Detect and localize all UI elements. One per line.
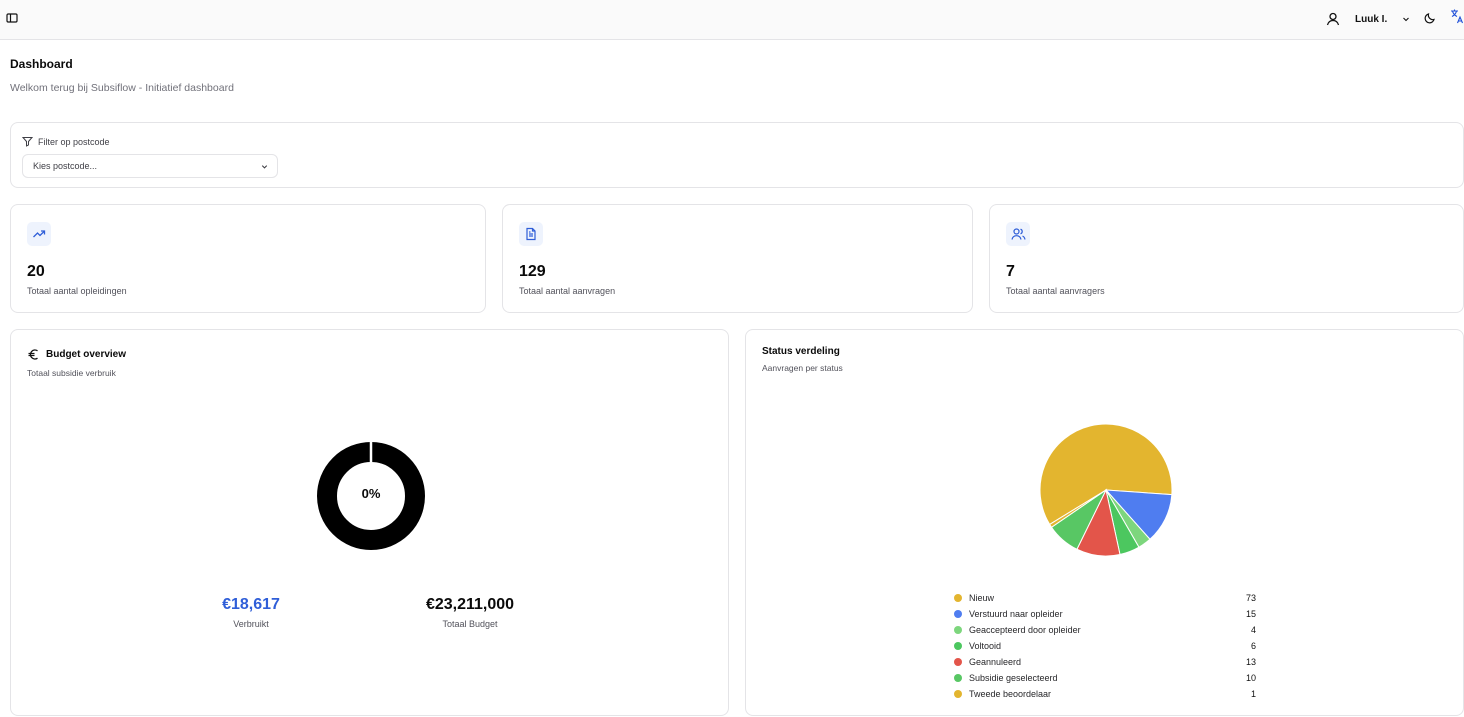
stat-card-aanvragen: 129 Totaal aantal aanvragen xyxy=(502,204,973,313)
status-pie-chart xyxy=(1039,423,1173,557)
budget-used-amount: €18,617 xyxy=(222,596,280,613)
legend-item: Geaccepteerd door opleider 4 xyxy=(954,622,1256,638)
stat-label: Totaal aantal opleidingen xyxy=(27,286,127,296)
filter-icon xyxy=(22,136,33,147)
legend-dot xyxy=(954,674,962,682)
budget-title-text: Budget overview xyxy=(46,349,127,360)
chevron-down-icon xyxy=(1401,14,1411,24)
top-bar: Luuk I. xyxy=(0,0,1464,40)
status-card: Status verdeling Aanvragen per status Ni… xyxy=(745,329,1464,716)
stat-value: 129 xyxy=(519,263,546,280)
legend-dot xyxy=(954,658,962,666)
user-icon xyxy=(1322,8,1344,30)
filter-label-text: Filter op postcode xyxy=(38,136,110,147)
legend-item: Verstuurd naar opleider 15 xyxy=(954,606,1256,622)
legend-label: Geaccepteerd door opleider xyxy=(969,625,1081,635)
status-title: Status verdeling xyxy=(762,346,840,357)
legend-count: 73 xyxy=(1245,593,1256,603)
filter-label: Filter op postcode xyxy=(22,136,110,147)
page-title: Dashboard xyxy=(10,57,73,71)
chevron-down-icon xyxy=(260,162,269,171)
status-subtitle: Aanvragen per status xyxy=(762,363,843,373)
legend-label: Tweede beoordelaar xyxy=(969,689,1052,699)
legend-dot xyxy=(954,594,962,602)
page-subtitle: Welkom terug bij Subsiflow - Initiatief … xyxy=(10,82,234,94)
budget-percent-label: 0% xyxy=(361,486,381,501)
legend-label: Subsidie geselecteerd xyxy=(969,673,1058,683)
stat-label: Totaal aantal aanvragen xyxy=(519,286,616,296)
legend-label: Nieuw xyxy=(969,593,995,603)
legend-dot xyxy=(954,690,962,698)
user-name: Luuk I. xyxy=(1355,13,1388,25)
stat-label: Totaal aantal aanvragers xyxy=(1006,286,1105,296)
budget-used: €18,617 Verbruikt xyxy=(171,596,331,629)
stat-value: 20 xyxy=(27,263,45,280)
translate-icon[interactable] xyxy=(1450,8,1464,26)
legend-label: Voltooid xyxy=(969,641,1002,651)
legend-item: Geannuleerd 13 xyxy=(954,654,1256,670)
budget-title: Budget overview xyxy=(27,348,126,361)
users-icon xyxy=(1006,222,1030,246)
file-text-icon xyxy=(519,222,543,246)
budget-total-caption: Totaal Budget xyxy=(442,619,498,629)
stat-card-aanvragers: 7 Totaal aantal aanvragers xyxy=(989,204,1464,313)
legend-label: Verstuurd naar opleider xyxy=(969,609,1063,619)
legend-item: Tweede beoordelaar 1 xyxy=(954,686,1256,702)
legend-item: Voltooid 6 xyxy=(954,638,1256,654)
legend-dot xyxy=(954,642,962,650)
stat-card-opleidingen: 20 Totaal aantal opleidingen xyxy=(10,204,486,313)
status-legend: Nieuw 73 Verstuurd naar opleider 15 Geaccept… xyxy=(954,590,1256,702)
legend-item: Subsidie geselecteerd 10 xyxy=(954,670,1256,686)
legend-count: 6 xyxy=(1250,641,1256,651)
legend-count: 15 xyxy=(1245,609,1256,619)
legend-count: 1 xyxy=(1250,689,1256,699)
user-menu[interactable]: Luuk I. xyxy=(1322,6,1411,32)
postcode-select[interactable]: Kies postcode... xyxy=(22,154,278,178)
legend-label: Geannuleerd xyxy=(969,657,1022,667)
trending-up-icon xyxy=(27,222,51,246)
legend-dot xyxy=(954,626,962,634)
budget-subtitle: Totaal subsidie verbruik xyxy=(27,368,116,378)
legend-count: 10 xyxy=(1245,673,1256,683)
legend-count: 13 xyxy=(1245,657,1256,667)
moon-icon[interactable] xyxy=(1423,11,1437,25)
legend-item: Nieuw 73 xyxy=(954,590,1256,606)
stat-value: 7 xyxy=(1006,263,1015,280)
euro-icon xyxy=(27,348,40,361)
budget-total-amount: €23,211,000 xyxy=(425,596,515,613)
legend-count: 4 xyxy=(1250,625,1256,635)
budget-card: Budget overview Totaal subsidie verbruik… xyxy=(10,329,729,716)
sidebar-toggle-icon[interactable] xyxy=(5,11,19,25)
legend-dot xyxy=(954,610,962,618)
budget-used-caption: Verbruikt xyxy=(233,619,269,629)
postcode-select-placeholder: Kies postcode... xyxy=(33,161,98,171)
budget-total: €23,211,000 Totaal Budget xyxy=(390,596,550,629)
filter-card: Filter op postcode Kies postcode... xyxy=(10,122,1464,188)
